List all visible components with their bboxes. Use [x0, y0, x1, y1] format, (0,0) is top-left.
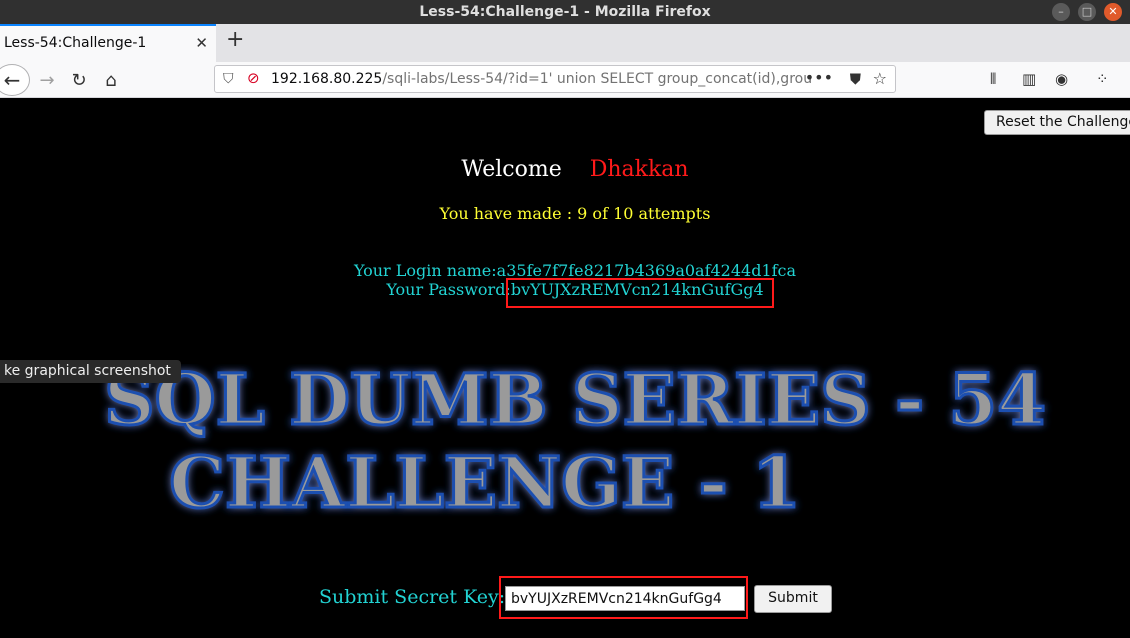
window-titlebar: Less-54:Challenge-1 - Mozilla Firefox – …: [0, 0, 1130, 24]
url-path: /sqli-labs/Less-54/?id=1' union SELECT g…: [382, 71, 813, 87]
login-label: Your Login name:: [353, 261, 497, 280]
tab-less-54[interactable]: Less-54:Challenge-1 ✕: [0, 24, 216, 62]
account-icon[interactable]: ◉: [1055, 70, 1068, 88]
welcome-name: Dhakkan: [589, 157, 689, 182]
reset-challenge-button[interactable]: Reset the Challenge!: [984, 110, 1130, 135]
secret-key-highlight-box: [499, 576, 748, 619]
close-tab-icon[interactable]: ✕: [195, 34, 208, 52]
sidebar-icon[interactable]: ▥: [1022, 70, 1036, 88]
reload-icon[interactable]: ↻: [65, 66, 93, 94]
tab-label: Less-54:Challenge-1: [4, 35, 147, 51]
page-content: Reset the Challenge! Welcome Dhakkan You …: [0, 98, 1130, 638]
close-window-icon[interactable]: ✕: [1104, 3, 1122, 21]
home-icon[interactable]: ⌂: [97, 66, 125, 94]
secret-key-label: Submit Secret Key:: [319, 586, 506, 608]
password-highlight-box: [506, 278, 774, 308]
forward-icon[interactable]: →: [33, 66, 61, 94]
attempts-text: You have made : 9 of 10 attempts: [439, 204, 711, 223]
pocket-icon[interactable]: ⛊: [850, 70, 861, 88]
bookmark-star-icon[interactable]: ☆: [873, 69, 887, 88]
welcome-line: Welcome Dhakkan: [0, 157, 1130, 182]
banner-line-1: SQL DUMB SERIES - 54: [104, 364, 1046, 441]
url-bar[interactable]: ⛉ ⊘ 192.168.80.225/sqli-labs/Less-54/?id…: [214, 65, 896, 93]
insecure-lock-icon[interactable]: ⊘: [247, 69, 260, 87]
tab-strip: Less-54:Challenge-1 ✕ +: [0, 24, 1130, 63]
navigation-bar: ← → ↻ ⌂ ⛉ ⊘ 192.168.80.225/sqli-labs/Les…: [0, 62, 1130, 98]
window-controls: – □ ✕: [1052, 3, 1122, 21]
sql-dumb-series-banner: SQL DUMB SERIES - 54 CHALLENGE - 1: [103, 364, 1048, 524]
minimize-icon[interactable]: –: [1052, 3, 1070, 21]
password-label: Your Password:: [386, 280, 511, 299]
url-text[interactable]: 192.168.80.225/sqli-labs/Less-54/?id=1' …: [271, 71, 812, 87]
submit-button[interactable]: Submit: [754, 585, 832, 613]
maximize-icon[interactable]: □: [1078, 3, 1096, 21]
screenshot-tooltip: ke graphical screenshot: [0, 360, 181, 383]
url-host: 192.168.80.225: [271, 71, 383, 87]
extensions-icon[interactable]: ⁘: [1096, 70, 1109, 88]
tracking-shield-icon[interactable]: ⛉: [223, 71, 234, 87]
banner-line-2: CHALLENGE - 1: [169, 441, 801, 524]
back-icon[interactable]: ←: [0, 64, 30, 96]
page-actions-icon[interactable]: •••: [805, 68, 833, 87]
window-title: Less-54:Challenge-1 - Mozilla Firefox: [419, 4, 711, 20]
library-icon[interactable]: ⫴: [990, 70, 996, 88]
welcome-text: Welcome: [461, 157, 562, 182]
new-tab-icon[interactable]: +: [226, 27, 244, 52]
